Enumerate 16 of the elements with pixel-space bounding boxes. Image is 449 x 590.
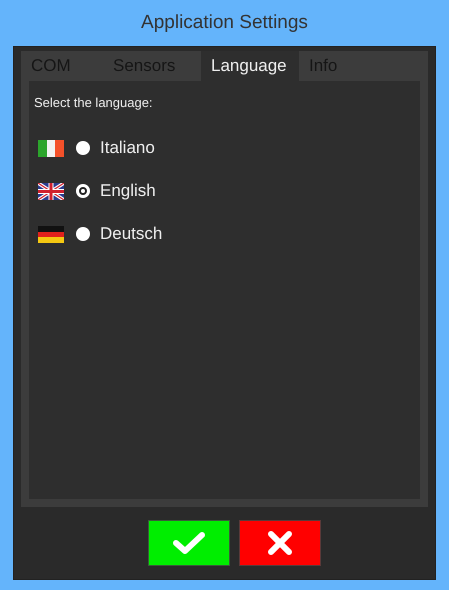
prompt-text: Select the language: bbox=[34, 94, 154, 112]
window-title: Application Settings bbox=[140, 10, 309, 35]
confirm-button[interactable] bbox=[148, 520, 230, 566]
radio-button[interactable] bbox=[76, 141, 90, 155]
flag-icon bbox=[38, 226, 64, 242]
radio-button[interactable] bbox=[76, 227, 90, 241]
radio-button[interactable] bbox=[76, 184, 90, 198]
language-label[interactable]: English bbox=[100, 178, 156, 204]
tab[interactable]: Language bbox=[201, 51, 299, 81]
language-label[interactable]: Italiano bbox=[100, 135, 155, 161]
flag-icon bbox=[38, 182, 64, 200]
language-label[interactable]: Deutsch bbox=[100, 221, 162, 247]
flag-icon bbox=[38, 140, 64, 156]
check-icon bbox=[173, 531, 205, 555]
cancel-button[interactable] bbox=[239, 520, 321, 566]
close-icon bbox=[267, 530, 293, 556]
